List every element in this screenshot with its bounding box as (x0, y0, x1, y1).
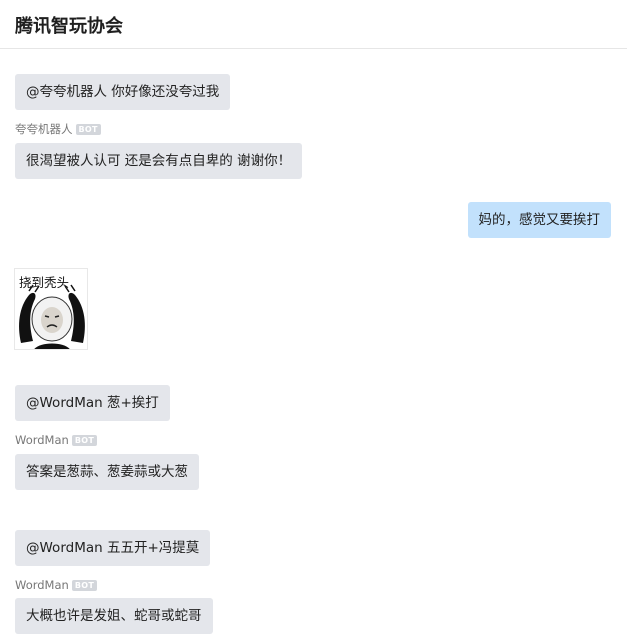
sender-name: WordMan BOT (15, 433, 98, 447)
panda-head-scratching-sticker-icon (19, 284, 85, 349)
sender-name: 夸夸机器人 BOT (15, 122, 101, 136)
sender-label: WordMan (15, 433, 69, 447)
group-title: 腾讯智玩协会 (15, 16, 123, 37)
chat-header: 腾讯智玩协会 (0, 0, 627, 49)
message-bubble[interactable]: @夸夸机器人 你好像还没夸过我 (15, 74, 231, 110)
sticker-image[interactable]: 挠到秃头 (14, 268, 88, 350)
message-bubble[interactable]: 很渴望被人认可 还是会有点自卑的 谢谢你！ (15, 143, 303, 179)
bot-badge: BOT (71, 435, 98, 446)
sender-label: 夸夸机器人 (15, 122, 73, 136)
sender-label: WordMan (15, 578, 69, 592)
message-bubble[interactable]: @WordMan 五五开+冯提莫 (15, 530, 211, 566)
message-bubble[interactable]: 大概也许是发姐、蛇哥或蛇哥 (15, 598, 213, 634)
self-message-bubble[interactable]: 妈的，感觉又要挨打 (467, 202, 611, 238)
message-bubble[interactable]: @WordMan 葱+挨打 (15, 385, 170, 421)
bot-badge: BOT (71, 580, 98, 591)
message-bubble[interactable]: 答案是葱蒜、葱姜蒜或大葱 (15, 454, 199, 490)
sender-name: WordMan BOT (15, 578, 98, 592)
bot-badge: BOT (75, 124, 101, 135)
sticker-caption: 挠到秃头 (19, 275, 70, 290)
